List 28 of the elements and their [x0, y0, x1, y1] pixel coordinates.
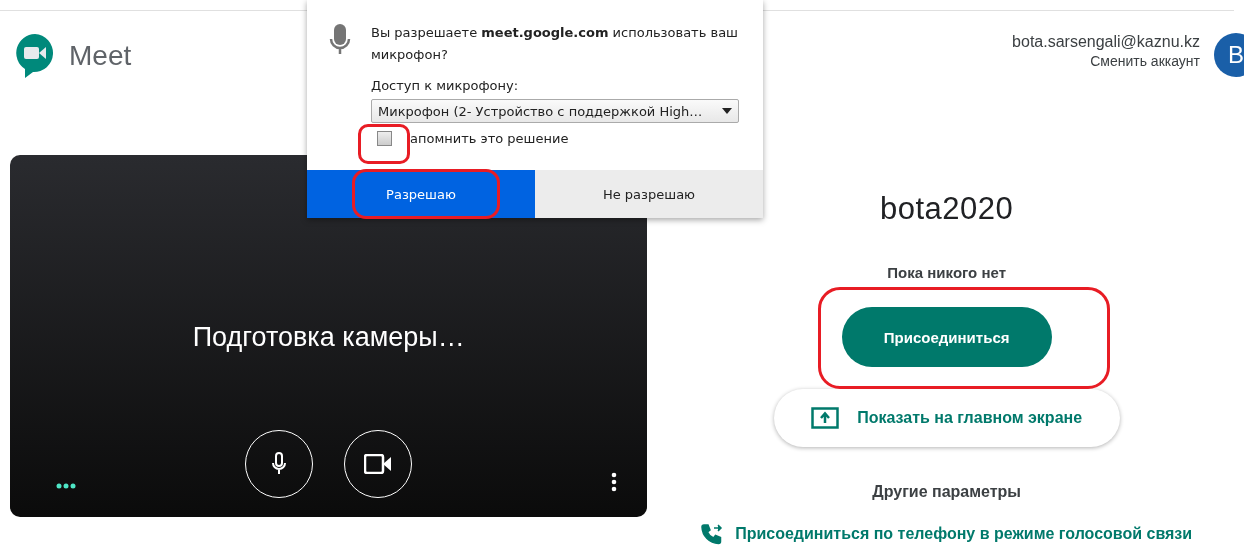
permission-question: Вы разрешаете meet.google.com использовать ваш микрофон?	[371, 24, 739, 64]
dropdown-arrow-icon	[722, 108, 732, 114]
microphone-icon	[329, 22, 351, 56]
device-label: Доступ к микрофону:	[371, 78, 520, 93]
present-button[interactable]: Показать на главном экране	[773, 389, 1120, 447]
camera-status-text: Подготовка камеры…	[192, 322, 465, 353]
switch-account-link[interactable]: Сменить аккаунт	[1090, 53, 1200, 69]
microphone-icon	[271, 452, 288, 476]
phone-icon	[701, 523, 724, 545]
loading-dots-icon	[56, 483, 76, 489]
account-avatar[interactable]: B	[1214, 33, 1244, 77]
present-screen-icon	[811, 407, 840, 429]
remember-label: апомнить это решение	[410, 131, 569, 146]
remember-checkbox[interactable]	[377, 131, 392, 146]
join-by-phone-link[interactable]: Присоединиться по телефону в режиме голосовой связи	[701, 523, 1193, 545]
other-options-heading: Другие параметры	[872, 483, 1021, 501]
camera-icon	[364, 454, 393, 474]
allow-button[interactable]: Разрешаю	[307, 170, 535, 218]
product-name: Meet	[69, 40, 132, 72]
more-options-icon[interactable]	[611, 472, 618, 492]
deny-button[interactable]: Не разрешаю	[535, 170, 763, 218]
join-button[interactable]: Присоединиться	[841, 307, 1052, 367]
meet-logo-icon	[15, 33, 55, 79]
microphone-dropdown[interactable]: Микрофон (2- Устройство с поддержкой High…	[371, 99, 739, 123]
highlight-outline	[358, 124, 410, 164]
account-email: bota.sarsengali@kaznu.kz	[1012, 33, 1200, 51]
participants-note: Пока никого нет	[887, 264, 1006, 281]
meeting-title: bota2020	[880, 191, 1014, 227]
